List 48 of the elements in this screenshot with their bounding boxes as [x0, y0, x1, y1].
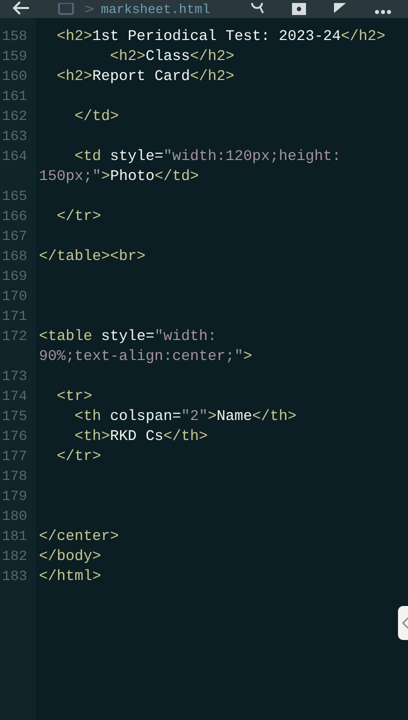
line-number: 172: [1, 328, 28, 347]
line-number: 162: [1, 108, 28, 127]
line-number: 160: [1, 68, 28, 87]
line-number: 178: [1, 468, 28, 487]
code-line: <th colspan="2">Name</th>: [74, 408, 297, 427]
line-number: 171: [1, 308, 28, 327]
line-number: 158: [1, 28, 28, 47]
line-number: 168: [1, 248, 28, 267]
code-line: </html>: [39, 568, 102, 587]
file-name[interactable]: marksheet.html: [100, 2, 210, 18]
line-number: 170: [1, 288, 28, 307]
code-line: <td style="width:120px;height:: [74, 148, 341, 167]
code-line: <table style="width:: [39, 328, 218, 347]
line-number: 180: [1, 508, 28, 527]
code-line: </body>: [39, 548, 102, 567]
line-number: 182: [1, 548, 28, 567]
line-number: 183: [1, 568, 28, 587]
line-number: 166: [1, 208, 28, 227]
line-number: 161: [1, 88, 28, 107]
breadcrumb-separator: >: [84, 2, 95, 18]
code-line: <h2>1st Periodical Test: 2023-24</h2>: [56, 28, 386, 47]
code-line: </td>: [74, 108, 119, 127]
line-number: 181: [1, 528, 28, 547]
more-icon[interactable]: [374, 9, 392, 15]
back-arrow-icon[interactable]: [12, 1, 30, 15]
line-number: 177: [1, 448, 28, 467]
code-line: 90%;text-align:center;">: [39, 348, 252, 367]
file-icon: [58, 3, 74, 15]
line-number: 163: [1, 128, 28, 147]
code-line: 150px;">Photo</td>: [39, 168, 200, 187]
line-number: 165: [1, 188, 28, 207]
line-number: 179: [1, 488, 28, 507]
code-line: </tr>: [56, 448, 102, 467]
line-number: 169: [1, 268, 28, 287]
code-line: </table><br>: [39, 248, 146, 267]
code-line: <tr>: [56, 388, 92, 407]
line-number: 164: [1, 148, 28, 167]
code-line: <th>RKD Cs</th>: [74, 428, 208, 447]
code-line: <h2>Class</h2>: [109, 48, 234, 67]
line-number: 173: [1, 368, 28, 387]
line-number: 176: [1, 428, 28, 447]
line-number: 167: [1, 228, 28, 247]
line-number: 159: [1, 48, 28, 67]
code-line: </center>: [39, 528, 119, 547]
line-number: 175: [1, 408, 28, 427]
code-line: </tr>: [56, 208, 102, 227]
line-number: 174: [1, 388, 28, 407]
code-line: <h2>Report Card</h2>: [56, 68, 234, 87]
